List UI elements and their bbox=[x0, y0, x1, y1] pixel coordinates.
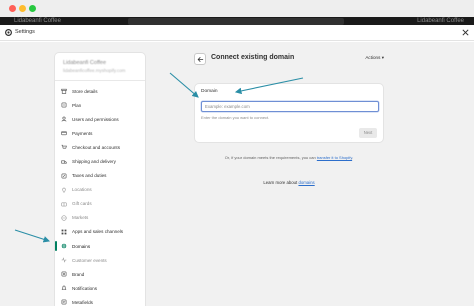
sidebar-item-label: Taxes and duties bbox=[72, 173, 107, 179]
sidebar-item-label: Plan bbox=[72, 102, 82, 108]
domains-icon bbox=[61, 243, 67, 249]
sidebar-item-taxes-and-duties[interactable]: Taxes and duties bbox=[55, 169, 145, 183]
sidebar-item-label: Markets bbox=[72, 215, 89, 221]
plan-icon bbox=[61, 102, 67, 108]
sidebar-item-metafields[interactable]: Metafields bbox=[55, 295, 145, 306]
learn-more-text: Learn more about bbox=[263, 180, 298, 185]
chevron-down-icon: ▾ bbox=[381, 55, 384, 60]
sidebar-item-customer-events[interactable]: Customer events bbox=[55, 253, 145, 267]
page-title: Connect existing domain bbox=[211, 54, 295, 61]
checkout-icon bbox=[61, 144, 67, 150]
gear-icon bbox=[5, 29, 12, 36]
sidebar-item-label: Shipping and delivery bbox=[72, 159, 116, 165]
transfer-note-end: . bbox=[352, 155, 354, 160]
sidebar-item-label: Payments bbox=[72, 130, 93, 136]
store-name: Lidabeanfi Coffee bbox=[63, 60, 107, 66]
actions-label: Actions bbox=[365, 55, 381, 60]
sidebar-item-payments[interactable]: Payments bbox=[55, 126, 145, 140]
settings-title: Settings bbox=[15, 29, 35, 35]
domain-help-text: Enter the domain you want to connect. bbox=[201, 115, 270, 120]
close-icon[interactable] bbox=[461, 28, 470, 37]
transfer-note-text: Or, if your domain meets the requirement… bbox=[224, 155, 316, 160]
next-button[interactable]: Next bbox=[359, 128, 377, 138]
sidebar-item-label: Locations bbox=[72, 187, 92, 193]
settings-nav: Store details Plan Users and permissions Pa… bbox=[55, 81, 145, 306]
brand-icon bbox=[61, 271, 67, 277]
domain-label: Domain bbox=[201, 89, 218, 94]
payments-icon bbox=[61, 130, 67, 136]
sidebar-item-shipping-and-delivery[interactable]: Shipping and delivery bbox=[55, 154, 145, 168]
location-icon bbox=[61, 187, 67, 193]
sidebar-item-notifications[interactable]: Notifications bbox=[55, 281, 145, 295]
sidebar-item-plan[interactable]: Plan bbox=[55, 98, 145, 112]
sidebar-item-label: Brand bbox=[72, 271, 85, 277]
sidebar-item-gift-cards[interactable]: Gift cards bbox=[55, 197, 145, 211]
sidebar-item-label: Gift cards bbox=[72, 201, 92, 207]
domain-input[interactable]: Example: example.com bbox=[201, 101, 379, 112]
actions-menu-button[interactable]: Actions ▾ bbox=[365, 55, 384, 61]
transfer-note: Or, if your domain meets the requirement… bbox=[194, 155, 384, 160]
gift-card-icon bbox=[61, 201, 67, 207]
store-brand: Lidabeanfi Coffee bbox=[14, 18, 61, 24]
page-header: Connect existing domain Actions ▾ bbox=[194, 52, 384, 66]
store-url: lidabeanficoffee.myshopify.com bbox=[63, 68, 126, 73]
settings-sidebar: Lidabeanfi Coffee lidabeanficoffee.mysho… bbox=[54, 52, 146, 306]
learn-more: Learn more about domains bbox=[194, 180, 384, 185]
sidebar-item-users-and-permissions[interactable]: Users and permissions bbox=[55, 112, 145, 126]
truck-icon bbox=[61, 159, 67, 165]
sidebar-item-label: Store details bbox=[72, 88, 98, 94]
store-menu[interactable]: Lidabeanfi Coffee bbox=[417, 17, 464, 25]
apps-icon bbox=[61, 229, 67, 235]
domain-card: Domain Example: example.com Enter the do… bbox=[194, 83, 384, 143]
maximize-window-button[interactable] bbox=[29, 5, 36, 12]
globe-icon bbox=[61, 215, 67, 221]
bell-icon bbox=[61, 285, 67, 291]
search-input[interactable] bbox=[128, 18, 344, 25]
sidebar-item-apps-and-sales-channels[interactable]: Apps and sales channels bbox=[55, 225, 145, 239]
sidebar-item-label: Domains bbox=[72, 243, 91, 249]
sidebar-item-checkout-and-accounts[interactable]: Checkout and accounts bbox=[55, 140, 145, 154]
window-titlebar bbox=[0, 0, 474, 17]
close-window-button[interactable] bbox=[9, 5, 16, 12]
transfer-link[interactable]: transfer it to Shopify bbox=[317, 155, 352, 160]
sidebar-item-label: Customer events bbox=[72, 257, 107, 263]
store-info: Lidabeanfi Coffee lidabeanficoffee.mysho… bbox=[55, 53, 145, 81]
arrow-left-icon bbox=[197, 56, 203, 62]
customer-events-icon bbox=[61, 257, 67, 263]
sidebar-item-label: Users and permissions bbox=[72, 116, 119, 122]
sidebar-item-label: Metafields bbox=[72, 299, 93, 305]
taxes-icon bbox=[61, 173, 67, 179]
sidebar-item-brand[interactable]: Brand bbox=[55, 267, 145, 281]
store-icon bbox=[61, 88, 67, 94]
sidebar-item-domains[interactable]: Domains bbox=[55, 239, 145, 253]
sidebar-item-label: Apps and sales channels bbox=[72, 229, 124, 235]
sidebar-item-store-details[interactable]: Store details bbox=[55, 84, 145, 98]
sidebar-item-locations[interactable]: Locations bbox=[55, 183, 145, 197]
back-button[interactable] bbox=[194, 53, 206, 65]
settings-header: Settings bbox=[0, 25, 474, 41]
sidebar-item-label: Notifications bbox=[72, 285, 98, 291]
minimize-window-button[interactable] bbox=[19, 5, 26, 12]
sidebar-item-markets[interactable]: Markets bbox=[55, 211, 145, 225]
domains-link[interactable]: domains bbox=[298, 180, 314, 185]
users-icon bbox=[61, 116, 67, 122]
metafields-icon bbox=[61, 299, 67, 305]
sidebar-item-label: Checkout and accounts bbox=[72, 144, 121, 150]
admin-topbar: Lidabeanfi Coffee Lidabeanfi Coffee bbox=[0, 17, 474, 25]
